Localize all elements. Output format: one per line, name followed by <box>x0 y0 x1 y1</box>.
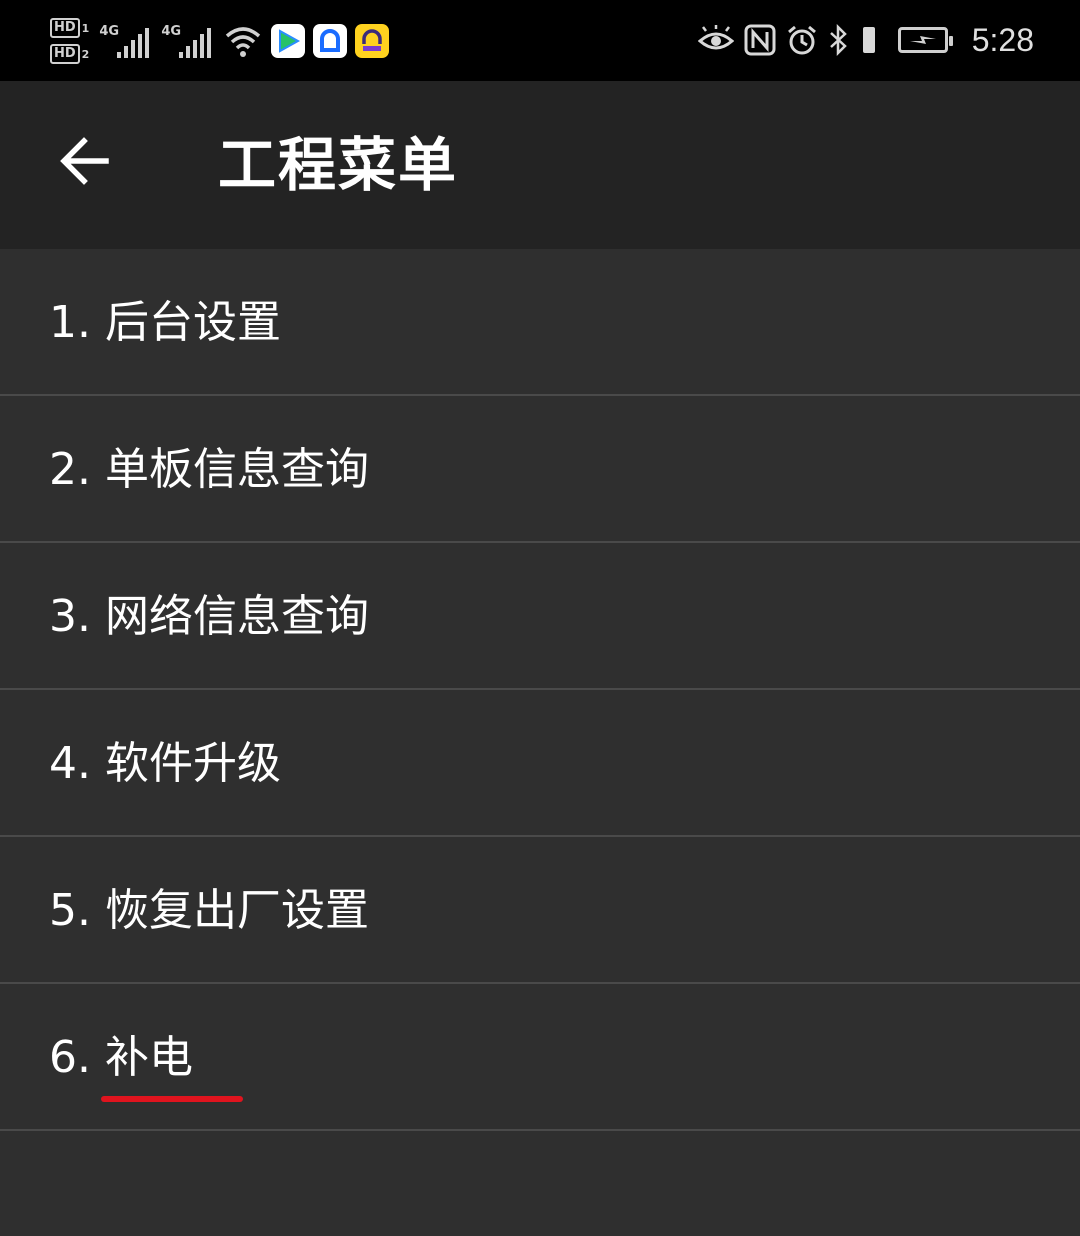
status-bar: HD 1 HD 2 4G 4G 5:28 <box>0 0 1080 81</box>
car-app-icon <box>355 24 390 58</box>
video-app-icon <box>271 24 306 58</box>
menu-item-label: 2. 单板信息查询 <box>49 444 369 495</box>
menu-item-network-info[interactable]: 3. 网络信息查询 <box>0 543 1080 690</box>
alarm-icon <box>787 25 816 55</box>
signal-1-icon: 4G <box>99 24 150 58</box>
back-button[interactable] <box>48 125 120 197</box>
sim2-indicator: HD 2 <box>50 44 89 64</box>
menu-item-background-settings[interactable]: 1. 后台设置 <box>0 249 1080 396</box>
menu-item-label: 6. 补电 <box>49 1032 193 1083</box>
sim1-indicator: HD 1 <box>50 18 89 38</box>
hd-badge-1: HD <box>50 18 80 38</box>
engineering-menu-list: 1. 后台设置 2. 单板信息查询 3. 网络信息查询 4. 软件升级 5. 恢… <box>0 249 1080 1131</box>
menu-item-label: 3. 网络信息查询 <box>49 591 369 642</box>
sim2-number: 2 <box>81 47 90 61</box>
sim-indicators: HD 1 HD 2 <box>50 18 89 64</box>
menu-item-label: 1. 后台设置 <box>49 297 281 348</box>
page-title: 工程菜单 <box>218 131 459 199</box>
menu-item-software-upgrade[interactable]: 4. 软件升级 <box>0 690 1080 837</box>
status-bar-right: 5:28 <box>697 20 1034 60</box>
network-type-2: 4G <box>161 24 182 39</box>
menu-item-board-info[interactable]: 2. 单板信息查询 <box>0 396 1080 543</box>
nfc-icon <box>744 24 776 56</box>
bluetooth-icon <box>829 24 847 56</box>
chat-app-icon <box>313 24 348 58</box>
menu-item-label: 5. 恢复出厂设置 <box>49 885 369 936</box>
app-bar: 工程菜单 <box>0 81 1080 249</box>
eye-comfort-icon <box>697 25 734 50</box>
arrow-left-icon <box>60 137 109 185</box>
menu-item-label: 4. 软件升级 <box>49 738 281 789</box>
network-type-1: 4G <box>99 24 120 39</box>
sim1-number: 1 <box>81 21 90 35</box>
signal-2-icon: 4G <box>161 24 212 58</box>
highlight-underline <box>101 1096 243 1102</box>
wifi-icon <box>226 27 261 57</box>
hd-badge-2: HD <box>50 44 80 64</box>
battery-charging-icon <box>897 27 953 53</box>
status-time: 5:28 <box>971 21 1034 58</box>
menu-item-factory-reset[interactable]: 5. 恢复出厂设置 <box>0 837 1080 984</box>
status-bar-left: HD 1 HD 2 4G 4G <box>50 12 390 70</box>
vibrate-icon <box>862 27 875 53</box>
menu-item-battery-recharge[interactable]: 6. 补电 <box>0 984 1080 1131</box>
